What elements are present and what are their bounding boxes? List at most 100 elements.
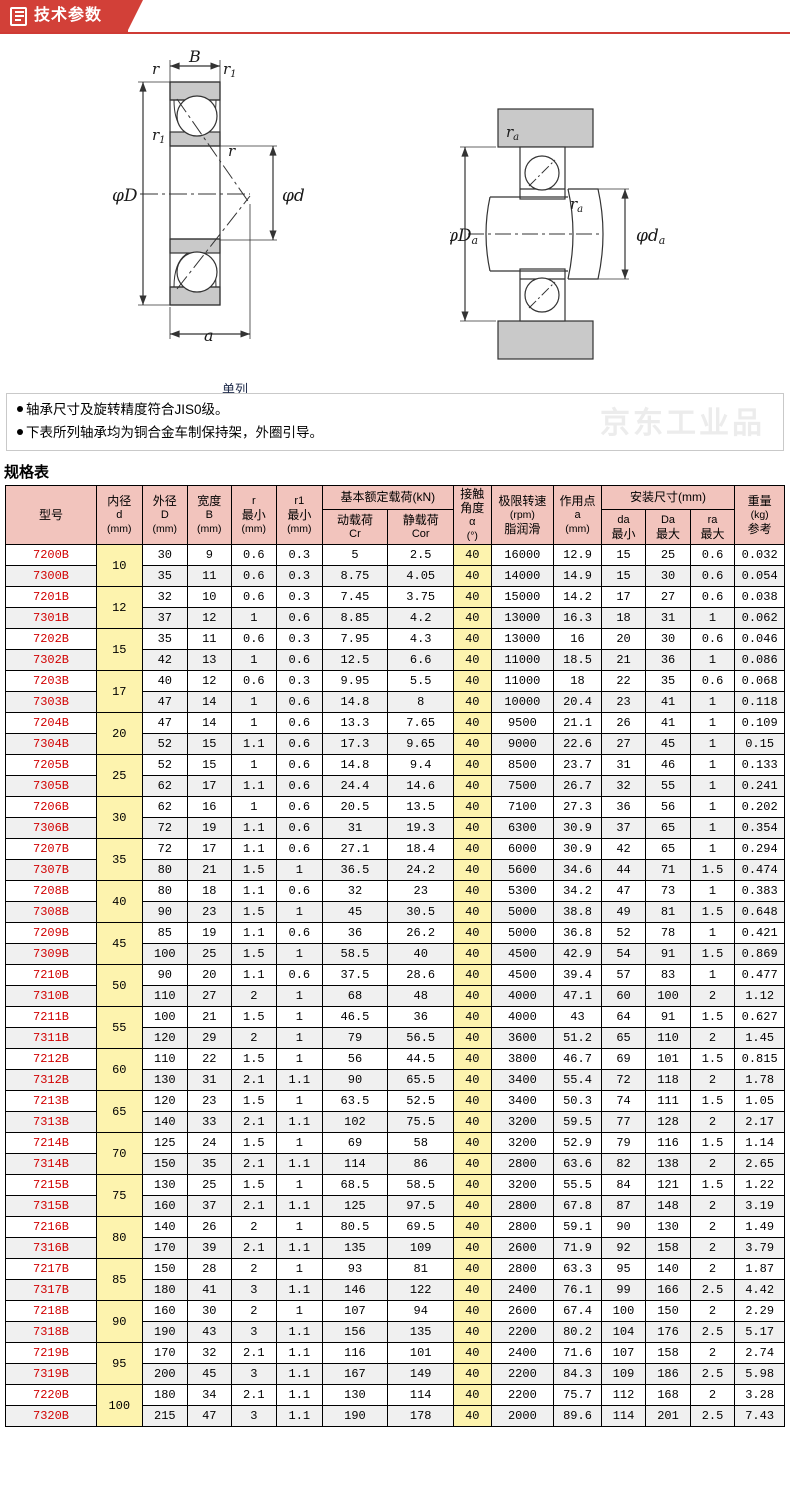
cell-ra-max: 1 xyxy=(689,964,736,986)
cell-Da-max: 46 xyxy=(645,754,691,776)
table-row: 7200B 10 30 9 0.6 0.3 5 2.5 40 16000 12.9 15 25 0.6 0.… xyxy=(4,544,785,587)
cell-da-min: 100 xyxy=(600,1300,647,1322)
cell-r-min: 1.5 xyxy=(230,1006,278,1028)
cell-limit-speed: 7500 xyxy=(490,775,555,797)
cell-Da-max: 65 xyxy=(645,817,691,839)
cell-model: 7306B xyxy=(4,817,98,839)
cell-ra-max: 0.6 xyxy=(689,586,736,608)
cell-ra-max: 1 xyxy=(689,607,736,629)
cell-ra-max: 0.6 xyxy=(689,565,736,587)
cell-width: 10 xyxy=(187,586,232,608)
cell-dynamic-load: 58.5 xyxy=(321,943,389,965)
cell-limit-speed: 2200 xyxy=(490,1384,555,1406)
cell-da-min: 44 xyxy=(600,859,647,881)
cell-outer-diameter: 140 xyxy=(141,1111,189,1133)
cell-contact-angle: 40 xyxy=(453,1300,492,1322)
cell-da-min: 18 xyxy=(600,607,647,629)
cell-outer-diameter: 62 xyxy=(141,775,189,797)
cell-r-min: 0.6 xyxy=(230,670,278,692)
cell-ra-max: 1 xyxy=(689,691,736,713)
cell-da-min: 114 xyxy=(600,1405,647,1427)
cell-r1-min: 0.3 xyxy=(276,586,323,608)
cell-da-min: 60 xyxy=(600,985,647,1007)
cell-static-load: 58 xyxy=(387,1132,455,1154)
cell-r-min: 1.1 xyxy=(230,817,278,839)
cell-r-min: 1.5 xyxy=(230,1132,278,1154)
cell-weight: 0.869 xyxy=(734,943,785,965)
cell-ra-max: 2.5 xyxy=(689,1363,736,1385)
cell-bore-diameter: 25 xyxy=(96,754,143,797)
cell-outer-diameter: 40 xyxy=(141,670,189,692)
cell-weight: 1.14 xyxy=(734,1132,785,1154)
cell-weight: 0.421 xyxy=(734,922,785,944)
cell-r-min: 3 xyxy=(230,1321,278,1343)
cell-dynamic-load: 46.5 xyxy=(321,1006,389,1028)
cell-model: 7320B xyxy=(4,1405,98,1427)
table-row: 7204B 20 47 14 1 0.6 13.3 7.65 40 9500 21.1 26 41 1 0.… xyxy=(4,712,785,755)
cell-da-min: 69 xyxy=(600,1048,647,1070)
cell-outer-diameter: 140 xyxy=(141,1216,189,1238)
cell-ra-max: 2 xyxy=(689,1069,736,1091)
table-row: 7220B 100 180 34 2.1 1.1 130 114 40 2200 75.7 112 16… xyxy=(4,1384,785,1427)
cell-r1-min: 1.1 xyxy=(276,1237,323,1259)
cell-contact-angle: 40 xyxy=(453,1279,492,1301)
table-row: 7212B 60 110 22 1.5 1 56 44.5 40 3800 46.7 69 101 1.5… xyxy=(4,1048,785,1091)
table-row: 7219B 95 170 32 2.1 1.1 116 101 40 2400 71.6 107 158… xyxy=(4,1342,785,1385)
cell-static-load: 114 xyxy=(387,1384,455,1406)
label-r-mid: r xyxy=(228,142,236,160)
cell-model: 7309B xyxy=(4,943,98,965)
label-r1-mid: r1 xyxy=(152,126,166,146)
cell-limit-speed: 3200 xyxy=(490,1132,555,1154)
cell-limit-speed: 15000 xyxy=(490,586,555,608)
cell-weight: 5.17 xyxy=(734,1321,785,1343)
cell-contact-angle: 40 xyxy=(453,1321,492,1343)
cell-da-min: 15 xyxy=(600,565,647,587)
cell-da-min: 109 xyxy=(600,1363,647,1385)
cell-limit-speed: 11000 xyxy=(490,670,555,692)
cell-action-point: 50.3 xyxy=(553,1090,602,1112)
cell-weight: 0.054 xyxy=(734,565,785,587)
cell-r1-min: 1.1 xyxy=(276,1342,323,1364)
cell-action-point: 63.6 xyxy=(553,1153,602,1175)
cell-limit-speed: 14000 xyxy=(490,565,555,587)
cell-contact-angle: 40 xyxy=(453,544,492,566)
cell-r1-min: 1.1 xyxy=(276,1279,323,1301)
cell-dynamic-load: 93 xyxy=(321,1258,389,1280)
cell-static-load: 135 xyxy=(387,1321,455,1343)
spec-table: 型号 内径 d (mm) 外径 D (mm) 宽度 B (mm) r 最小 (m… xyxy=(4,485,785,1427)
cell-r1-min: 1 xyxy=(276,1132,323,1154)
cell-r-min: 2.1 xyxy=(230,1342,278,1364)
cell-weight: 0.202 xyxy=(734,796,785,818)
cell-model: 7319B xyxy=(4,1363,98,1385)
banner-tag: 技术参数 xyxy=(0,0,144,32)
cell-limit-speed: 6000 xyxy=(490,838,555,860)
cell-weight: 1.12 xyxy=(734,985,785,1007)
cell-limit-speed: 5600 xyxy=(490,859,555,881)
cell-contact-angle: 40 xyxy=(453,1258,492,1280)
cell-ra-max: 2 xyxy=(689,1384,736,1406)
cell-da-min: 17 xyxy=(600,586,647,608)
cell-width: 37 xyxy=(187,1195,232,1217)
table-row: 7213B 65 120 23 1.5 1 63.5 52.5 40 3400 50.3 74 111 1… xyxy=(4,1090,785,1133)
cell-r1-min: 1.1 xyxy=(276,1384,323,1406)
cell-outer-diameter: 85 xyxy=(141,922,189,944)
cell-action-point: 52.9 xyxy=(553,1132,602,1154)
cell-contact-angle: 40 xyxy=(453,1384,492,1406)
cell-ra-max: 1 xyxy=(689,880,736,902)
cell-static-load: 81 xyxy=(387,1258,455,1280)
cell-ra-max: 1 xyxy=(689,649,736,671)
cell-Da-max: 168 xyxy=(645,1384,691,1406)
cell-width: 12 xyxy=(187,670,232,692)
cell-outer-diameter: 30 xyxy=(141,544,189,566)
cell-dynamic-load: 130 xyxy=(321,1384,389,1406)
cell-width: 29 xyxy=(187,1027,232,1049)
cell-ra-max: 1 xyxy=(689,712,736,734)
cell-Da-max: 41 xyxy=(645,691,691,713)
cell-static-load: 26.2 xyxy=(387,922,455,944)
table-head: 型号 内径 d (mm) 外径 D (mm) 宽度 B (mm) r 最小 (m… xyxy=(4,485,785,546)
cell-Da-max: 55 xyxy=(645,775,691,797)
cell-static-load: 4.2 xyxy=(387,607,455,629)
cell-bore-diameter: 60 xyxy=(96,1048,143,1091)
cell-weight: 2.74 xyxy=(734,1342,785,1364)
cell-action-point: 89.6 xyxy=(553,1405,602,1427)
